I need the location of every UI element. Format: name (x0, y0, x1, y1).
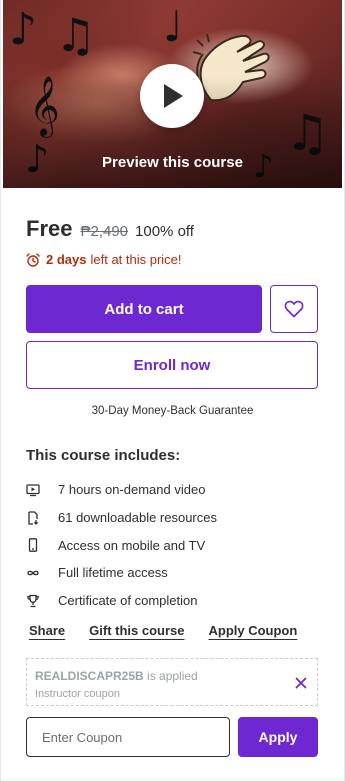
current-price: Free (26, 216, 73, 241)
add-to-cart-button[interactable]: Add to cart (26, 285, 262, 333)
course-purchase-card: ♪ ♫ 𝄞 ♪ ♩ ♫ ♪ Preview this course Free ₱… (0, 0, 345, 781)
coupon-code: REALDISCAPR25B (35, 669, 144, 683)
apply-coupon-button[interactable]: Apply (238, 717, 318, 757)
coupon-input[interactable] (26, 717, 230, 757)
infinity-icon (26, 566, 40, 580)
play-icon (164, 84, 183, 108)
play-button[interactable] (140, 64, 204, 128)
enroll-now-button[interactable]: Enroll now (26, 341, 318, 389)
include-label: 61 downloadable resources (58, 510, 217, 526)
includes-list: 7 hours on-demand video 61 downloadable … (26, 476, 326, 614)
coupon-type: Instructor coupon (35, 688, 120, 700)
discount-percent: 100% off (135, 223, 194, 240)
gift-course-link[interactable]: Gift this course (89, 623, 184, 638)
money-back-guarantee: 30-Day Money-Back Guarantee (91, 405, 254, 417)
include-label: 7 hours on-demand video (58, 482, 206, 498)
price-timer: 2 days left at this price! (26, 252, 182, 267)
coupon-status: REALDISCAPR25B is applied (35, 669, 198, 683)
mobile-icon (26, 538, 40, 553)
applied-coupon: REALDISCAPR25B is applied Instructor cou… (26, 658, 318, 706)
music-note-icon: ♪ (9, 4, 38, 55)
include-label: Certificate of completion (58, 593, 198, 609)
music-note-icon: ♩ (163, 2, 183, 51)
include-label: Full lifetime access (58, 565, 168, 581)
list-item: Certificate of completion (26, 587, 326, 615)
list-item: Full lifetime access (26, 559, 326, 587)
apply-coupon-link[interactable]: Apply Coupon (209, 623, 298, 638)
trophy-icon (26, 594, 40, 608)
download-file-icon (26, 510, 40, 525)
include-label: Access on mobile and TV (58, 537, 206, 553)
course-links: Share Gift this course Apply Coupon (29, 623, 297, 638)
close-icon (295, 677, 307, 689)
alarm-clock-icon (26, 252, 40, 267)
list-item: 7 hours on-demand video (26, 476, 326, 504)
preview-label: Preview this course (102, 154, 243, 171)
share-link[interactable]: Share (29, 623, 65, 638)
heart-icon (284, 300, 304, 318)
list-item: Access on mobile and TV (26, 531, 326, 559)
includes-title: This course includes: (26, 447, 181, 464)
coupon-applied-text: is applied (147, 669, 198, 683)
timer-text: left at this price! (90, 252, 182, 267)
wishlist-button[interactable] (270, 285, 318, 333)
music-note-icon: ♫ (55, 8, 97, 62)
original-price: ₱2,490 (80, 223, 129, 240)
course-preview[interactable]: ♪ ♫ 𝄞 ♪ ♩ ♫ ♪ Preview this course (3, 0, 342, 188)
video-icon (26, 483, 40, 497)
timer-days: 2 days (46, 252, 87, 267)
price-row: Free ₱2,490 100% off (26, 216, 194, 242)
list-item: 61 downloadable resources (26, 504, 326, 532)
remove-coupon-button[interactable] (295, 676, 307, 694)
